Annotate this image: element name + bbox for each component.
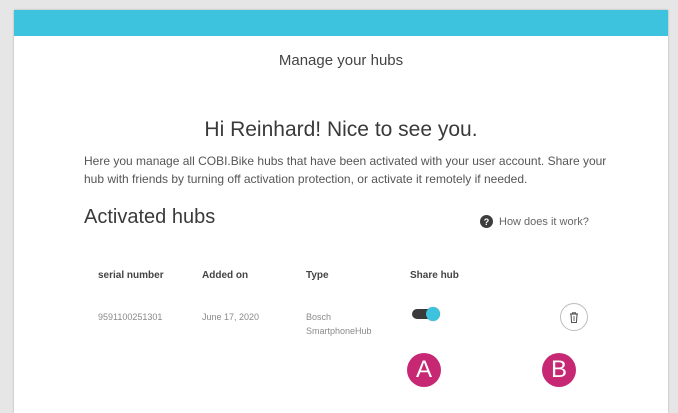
hub-type-model: SmartphoneHub: [306, 326, 372, 336]
trash-icon: [570, 311, 578, 323]
hub-type-brand: Bosch: [306, 312, 332, 322]
greeting-heading: Hi Reinhard! Nice to see you.: [204, 118, 478, 141]
toggle-knob: [426, 307, 440, 321]
delete-hub-button[interactable]: [560, 303, 588, 331]
callout-marker-b: B: [542, 353, 576, 387]
help-link-label: How does it work?: [499, 215, 589, 228]
hub-management-panel: Manage your hubs Hi Reinhard! Nice to se…: [14, 10, 668, 413]
hub-added-date: June 17, 2020: [202, 312, 260, 322]
hub-type: Bosch SmartphoneHub: [306, 310, 372, 338]
share-hub-toggle[interactable]: [412, 307, 442, 321]
question-icon: ?: [480, 215, 493, 228]
column-header-serial: serial number: [98, 270, 164, 281]
column-header-share-hub: Share hub: [410, 270, 459, 281]
column-header-type: Type: [306, 270, 329, 281]
column-header-added-on: Added on: [202, 270, 249, 281]
accent-top-bar: [14, 10, 668, 36]
callout-marker-a: A: [407, 353, 441, 387]
hub-serial-number: 9591100251301: [98, 312, 163, 322]
how-does-it-work-link[interactable]: ? How does it work?: [480, 215, 589, 228]
page-title: Manage your hubs: [278, 52, 404, 69]
screen-frame: Manage your hubs Hi Reinhard! Nice to se…: [0, 0, 678, 413]
section-title: Activated hubs: [84, 206, 216, 228]
intro-text: Here you manage all COBI.Bike hubs that …: [84, 154, 607, 186]
